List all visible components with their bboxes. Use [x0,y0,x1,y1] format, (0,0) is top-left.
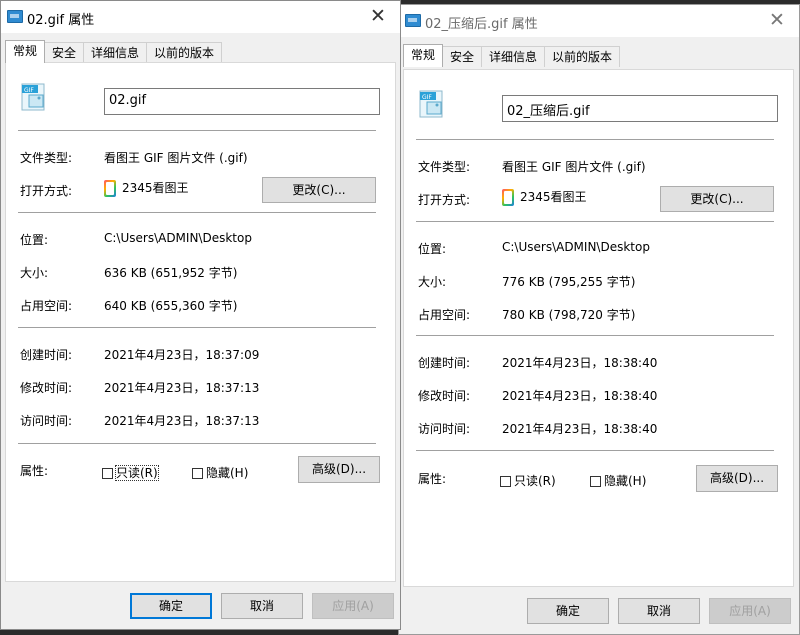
size-label: 大小: [20,266,49,280]
accessed-label: 访问时间: [20,414,73,428]
open-with-value: 2345看图王 [502,188,587,206]
separator [416,221,774,222]
svg-text:GIF: GIF [24,87,34,94]
attributes-label: 属性: [20,464,49,478]
open-with-value: 2345看图王 [104,179,189,197]
tab-strip: 常规 安全 详细信息 以前的版本 [403,44,621,67]
accessed-value: 2021年4月23日，18:37:13 [104,414,260,428]
created-label: 创建时间: [418,356,471,370]
filename-input[interactable]: 02_压缩后.gif [502,95,778,122]
location-value: C:\Users\ADMIN\Desktop [104,231,252,245]
gif-file-icon: GIF [21,83,45,111]
properties-title-icon [7,10,23,23]
hidden-checkbox[interactable]: 隐藏(H) [192,464,248,481]
2345-viewer-icon [104,180,116,197]
svg-text:GIF: GIF [422,94,432,101]
open-with-app-name: 2345看图王 [520,190,587,204]
readonly-checkbox-label: 只读(R) [115,465,159,481]
readonly-checkbox-label: 只读(R) [514,474,556,488]
filename-input[interactable]: 02.gif [104,88,380,115]
hidden-checkbox[interactable]: 隐藏(H) [590,472,646,489]
gif-file-icon: GIF [419,90,443,118]
size-value: 636 KB (651,952 字节) [104,266,238,280]
tab-security[interactable]: 安全 [442,46,483,67]
apply-button[interactable]: 应用(A) [312,593,394,619]
tab-previous-versions[interactable]: 以前的版本 [146,42,223,63]
change-open-with-button[interactable]: 更改(C)... [660,186,774,212]
file-type-value: 看图王 GIF 图片文件 (.gif) [502,160,646,174]
file-type-value: 看图王 GIF 图片文件 (.gif) [104,151,248,165]
readonly-checkbox[interactable]: 只读(R) [500,472,556,489]
close-icon[interactable]: ✕ [356,1,400,33]
cancel-button[interactable]: 取消 [618,598,700,624]
location-label: 位置: [418,242,447,256]
modified-value: 2021年4月23日，18:37:13 [104,381,260,395]
checkbox-box[interactable] [500,476,511,487]
properties-dialog-compressed: 02_压缩后.gif 属性 ✕ 常规 安全 详细信息 以前的版本 GIF 02_… [398,4,800,635]
tab-general[interactable]: 常规 [403,44,444,67]
size-label: 大小: [418,275,447,289]
properties-dialog-original: 02.gif 属性 ✕ 常规 安全 详细信息 以前的版本 GIF 02.gif … [0,0,401,630]
file-type-label: 文件类型: [418,160,471,174]
ok-button[interactable]: 确定 [527,598,609,624]
window-title: 02.gif 属性 [27,13,95,28]
accessed-value: 2021年4月23日，18:38:40 [502,422,658,436]
hidden-checkbox-label: 隐藏(H) [206,466,249,480]
tab-strip: 常规 安全 详细信息 以前的版本 [5,40,223,63]
size-on-disk-label: 占用空间: [20,299,73,313]
tab-previous-versions[interactable]: 以前的版本 [544,46,621,67]
created-value: 2021年4月23日，18:37:09 [104,348,260,362]
modified-label: 修改时间: [20,381,73,395]
window-title: 02_压缩后.gif 属性 [425,17,538,32]
change-open-with-button[interactable]: 更改(C)... [262,177,376,203]
title-bar[interactable]: 02.gif 属性 ✕ [1,1,400,33]
general-tab-panel: GIF 02.gif 文件类型: 看图王 GIF 图片文件 (.gif) 打开方… [5,62,396,582]
properties-title-icon [405,14,421,27]
separator [18,443,376,444]
created-value: 2021年4月23日，18:38:40 [502,356,658,370]
modified-label: 修改时间: [418,389,471,403]
advanced-button[interactable]: 高级(D)... [298,456,380,483]
checkbox-box[interactable] [192,468,203,479]
separator [18,212,376,213]
separator [18,130,376,131]
apply-button[interactable]: 应用(A) [709,598,791,624]
separator [416,335,774,336]
attributes-label: 属性: [418,472,447,486]
created-label: 创建时间: [20,348,73,362]
tab-details[interactable]: 详细信息 [83,42,148,63]
tab-details[interactable]: 详细信息 [481,46,546,67]
title-bar[interactable]: 02_压缩后.gif 属性 ✕ [399,5,799,37]
location-value: C:\Users\ADMIN\Desktop [502,240,650,254]
size-value: 776 KB (795,255 字节) [502,275,636,289]
open-with-app-name: 2345看图王 [122,181,189,195]
close-icon[interactable]: ✕ [755,5,799,37]
open-with-label: 打开方式: [20,184,73,198]
file-type-label: 文件类型: [20,151,73,165]
separator [416,139,774,140]
cancel-button[interactable]: 取消 [221,593,303,619]
modified-value: 2021年4月23日，18:38:40 [502,389,658,403]
2345-viewer-icon [502,189,514,206]
tab-security[interactable]: 安全 [44,42,85,63]
ok-button[interactable]: 确定 [130,593,212,619]
tab-general[interactable]: 常规 [5,40,46,63]
separator [18,327,376,328]
size-on-disk-label: 占用空间: [418,308,471,322]
readonly-checkbox[interactable]: 只读(R) [102,464,159,481]
location-label: 位置: [20,233,49,247]
size-on-disk-value: 780 KB (798,720 字节) [502,308,636,322]
accessed-label: 访问时间: [418,422,471,436]
size-on-disk-value: 640 KB (655,360 字节) [104,299,238,313]
advanced-button[interactable]: 高级(D)... [696,465,778,492]
hidden-checkbox-label: 隐藏(H) [604,474,647,488]
separator [416,450,774,451]
general-tab-panel: GIF 02_压缩后.gif 文件类型: 看图王 GIF 图片文件 (.gif)… [403,69,794,587]
checkbox-box[interactable] [102,468,113,479]
checkbox-box[interactable] [590,476,601,487]
open-with-label: 打开方式: [418,193,471,207]
